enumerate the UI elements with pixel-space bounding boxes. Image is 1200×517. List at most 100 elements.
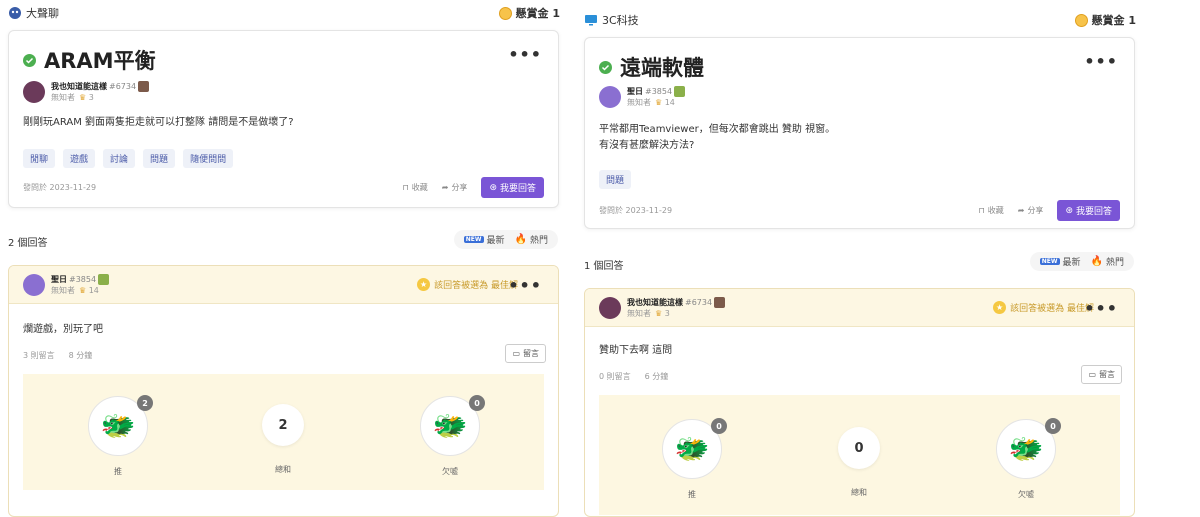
- fire-icon: 🔥: [1090, 256, 1103, 267]
- upvote-button[interactable]: 🐲 2: [88, 395, 153, 456]
- upvote-count: 0: [711, 418, 727, 434]
- crown-icon: ♛: [79, 286, 87, 295]
- bounty: 懸賞金 1: [1074, 12, 1136, 28]
- answer-meta: 0 則留言 6 分鐘: [599, 371, 668, 382]
- question-author[interactable]: 聖日 #3854 無知者 ♛ 14: [599, 86, 686, 108]
- question-footer: 發問於 2023-11-29 ⊓ 收藏 ➦ 分享 ⊛ 我要回答: [23, 177, 544, 198]
- answer-meta: 3 則留言 8 分鐘: [23, 350, 92, 361]
- answer-author[interactable]: 我也知道能這樣 #6734 無知者 ♛ 3: [599, 297, 726, 319]
- answer-body: 贊助下去啊 這問: [599, 345, 673, 356]
- vote-down[interactable]: 🐲 0 欠噓: [996, 418, 1061, 500]
- share-icon: ➦: [441, 183, 449, 192]
- crown-icon: ♛: [79, 93, 87, 102]
- answer-button[interactable]: ⊛ 我要回答: [481, 177, 544, 198]
- tag[interactable]: 隨便問問: [183, 149, 234, 168]
- coin-icon: [1074, 13, 1088, 27]
- bounty-label: 懸賞金 1: [515, 7, 560, 20]
- avatar[interactable]: [23, 81, 45, 103]
- author-id: #6734: [109, 82, 137, 91]
- author-id: #3854: [645, 87, 673, 96]
- comment-button[interactable]: ▭ 留言: [505, 344, 546, 363]
- tag[interactable]: 問題: [599, 170, 632, 189]
- save-button[interactable]: ⊓ 收藏: [402, 182, 427, 193]
- question-body-line: 平常都用Teamviewer，但每次都會跳出 贊助 視窗。: [599, 124, 836, 135]
- new-icon: NEW: [463, 236, 484, 243]
- crown-icon: ♛: [655, 98, 663, 107]
- author-id: #3854: [69, 275, 97, 284]
- tag[interactable]: 閒聊: [23, 149, 56, 168]
- new-icon: NEW: [1039, 258, 1060, 265]
- more-options-icon[interactable]: •••: [508, 276, 542, 295]
- sort-toggle: NEW 最新 🔥 熱門: [453, 230, 558, 249]
- sort-new-button[interactable]: NEW 最新: [1039, 255, 1081, 268]
- comment-button[interactable]: ▭ 留言: [1081, 365, 1122, 384]
- sort-hot-button[interactable]: 🔥 熱門: [1091, 255, 1124, 268]
- answer-button[interactable]: ⊛ 我要回答: [1057, 200, 1120, 221]
- coin-icon: [498, 6, 512, 20]
- category-link[interactable]: 3C科技: [584, 12, 639, 28]
- answer-card: 聖日 #3854 無知者 ♛ 14 ★ 該回答被選為 最佳解 ••• 爛遊戲，別玩了…: [8, 265, 559, 517]
- answer-body: 爛遊戲，別玩了吧: [23, 324, 103, 335]
- avatar[interactable]: [599, 297, 621, 319]
- question-title: ARAM平衡: [44, 49, 156, 73]
- chat-icon: [8, 6, 22, 20]
- monitor-icon: [584, 13, 598, 27]
- upvote-label: 推: [688, 490, 696, 499]
- downvote-button[interactable]: 🐲 0: [420, 395, 485, 456]
- best-answer-badge: ★ 該回答被選為 最佳解: [417, 278, 518, 291]
- posted-date: 發問於 2023-11-29: [23, 183, 97, 192]
- author-rank: 無知者: [627, 98, 651, 107]
- author-name[interactable]: 我也知道能這樣: [51, 82, 107, 91]
- tag[interactable]: 遊戲: [63, 149, 96, 168]
- more-options-icon[interactable]: •••: [1084, 52, 1118, 71]
- question-author[interactable]: 我也知道能這樣 #6734 無知者 ♛ 3: [23, 81, 150, 103]
- question-title-row: ARAM平衡: [23, 45, 156, 75]
- upvote-count: 2: [137, 395, 153, 411]
- answer-header: 聖日 #3854 無知者 ♛ 14 ★ 該回答被選為 最佳解 •••: [9, 266, 558, 304]
- more-options-icon[interactable]: •••: [508, 45, 542, 64]
- vote-up[interactable]: 🐲 2 推: [88, 395, 153, 477]
- vote-total-value: 2: [262, 404, 304, 446]
- question-title-row: 遠端軟體: [599, 52, 704, 82]
- author-rank: 無知者: [51, 286, 75, 295]
- badge-icon: [714, 297, 726, 308]
- author-name[interactable]: 聖日: [51, 275, 67, 284]
- bookmark-icon: ⊓: [402, 183, 409, 192]
- tag[interactable]: 討論: [103, 149, 136, 168]
- sort-new-button[interactable]: NEW 最新: [463, 233, 505, 246]
- downvote-button[interactable]: 🐲 0: [996, 418, 1061, 479]
- save-button[interactable]: ⊓ 收藏: [978, 205, 1003, 216]
- fire-icon: 🔥: [514, 234, 527, 245]
- author-rank: 無知者: [627, 309, 651, 318]
- dragon-icon: 🐲: [432, 409, 468, 442]
- solved-check-icon: [23, 53, 36, 67]
- vote-up[interactable]: 🐲 0 推: [662, 418, 727, 500]
- star-icon: ★: [993, 301, 1007, 314]
- author-level: 3: [88, 93, 94, 102]
- more-options-icon[interactable]: •••: [1084, 299, 1118, 318]
- question-body-line: 有沒有甚麼解決方法?: [599, 140, 695, 151]
- upvote-button[interactable]: 🐲 0: [662, 418, 727, 479]
- vote-total-value: 0: [838, 427, 880, 469]
- tag-list: 閒聊 遊戲 討論 問題 隨便問問: [23, 149, 234, 168]
- author-name[interactable]: 我也知道能這樣: [627, 298, 683, 307]
- upvote-label: 推: [114, 467, 122, 476]
- author-name[interactable]: 聖日: [627, 87, 643, 96]
- author-level: 14: [88, 286, 99, 295]
- share-button[interactable]: ➦ 分享: [442, 182, 468, 193]
- share-icon: ➦: [1017, 206, 1025, 215]
- avatar[interactable]: [599, 86, 621, 108]
- elapsed-time: 6 分鐘: [644, 372, 669, 381]
- posted-date: 發問於 2023-11-29: [599, 206, 673, 215]
- category-label: 3C科技: [602, 14, 639, 27]
- sort-hot-button[interactable]: 🔥 熱門: [515, 233, 548, 246]
- tag[interactable]: 問題: [143, 149, 176, 168]
- vote-down[interactable]: 🐲 0 欠噓: [420, 395, 485, 477]
- avatar[interactable]: [23, 274, 45, 296]
- question-body: 平常都用Teamviewer，但每次都會跳出 贊助 視窗。 有沒有甚麼解決方法?: [599, 122, 835, 154]
- category-link[interactable]: 大聲聊: [8, 5, 59, 21]
- author-level: 3: [664, 309, 670, 318]
- answer-author[interactable]: 聖日 #3854 無知者 ♛ 14: [23, 274, 110, 296]
- vote-total: 2 總和: [262, 404, 304, 475]
- share-button[interactable]: ➦ 分享: [1018, 205, 1044, 216]
